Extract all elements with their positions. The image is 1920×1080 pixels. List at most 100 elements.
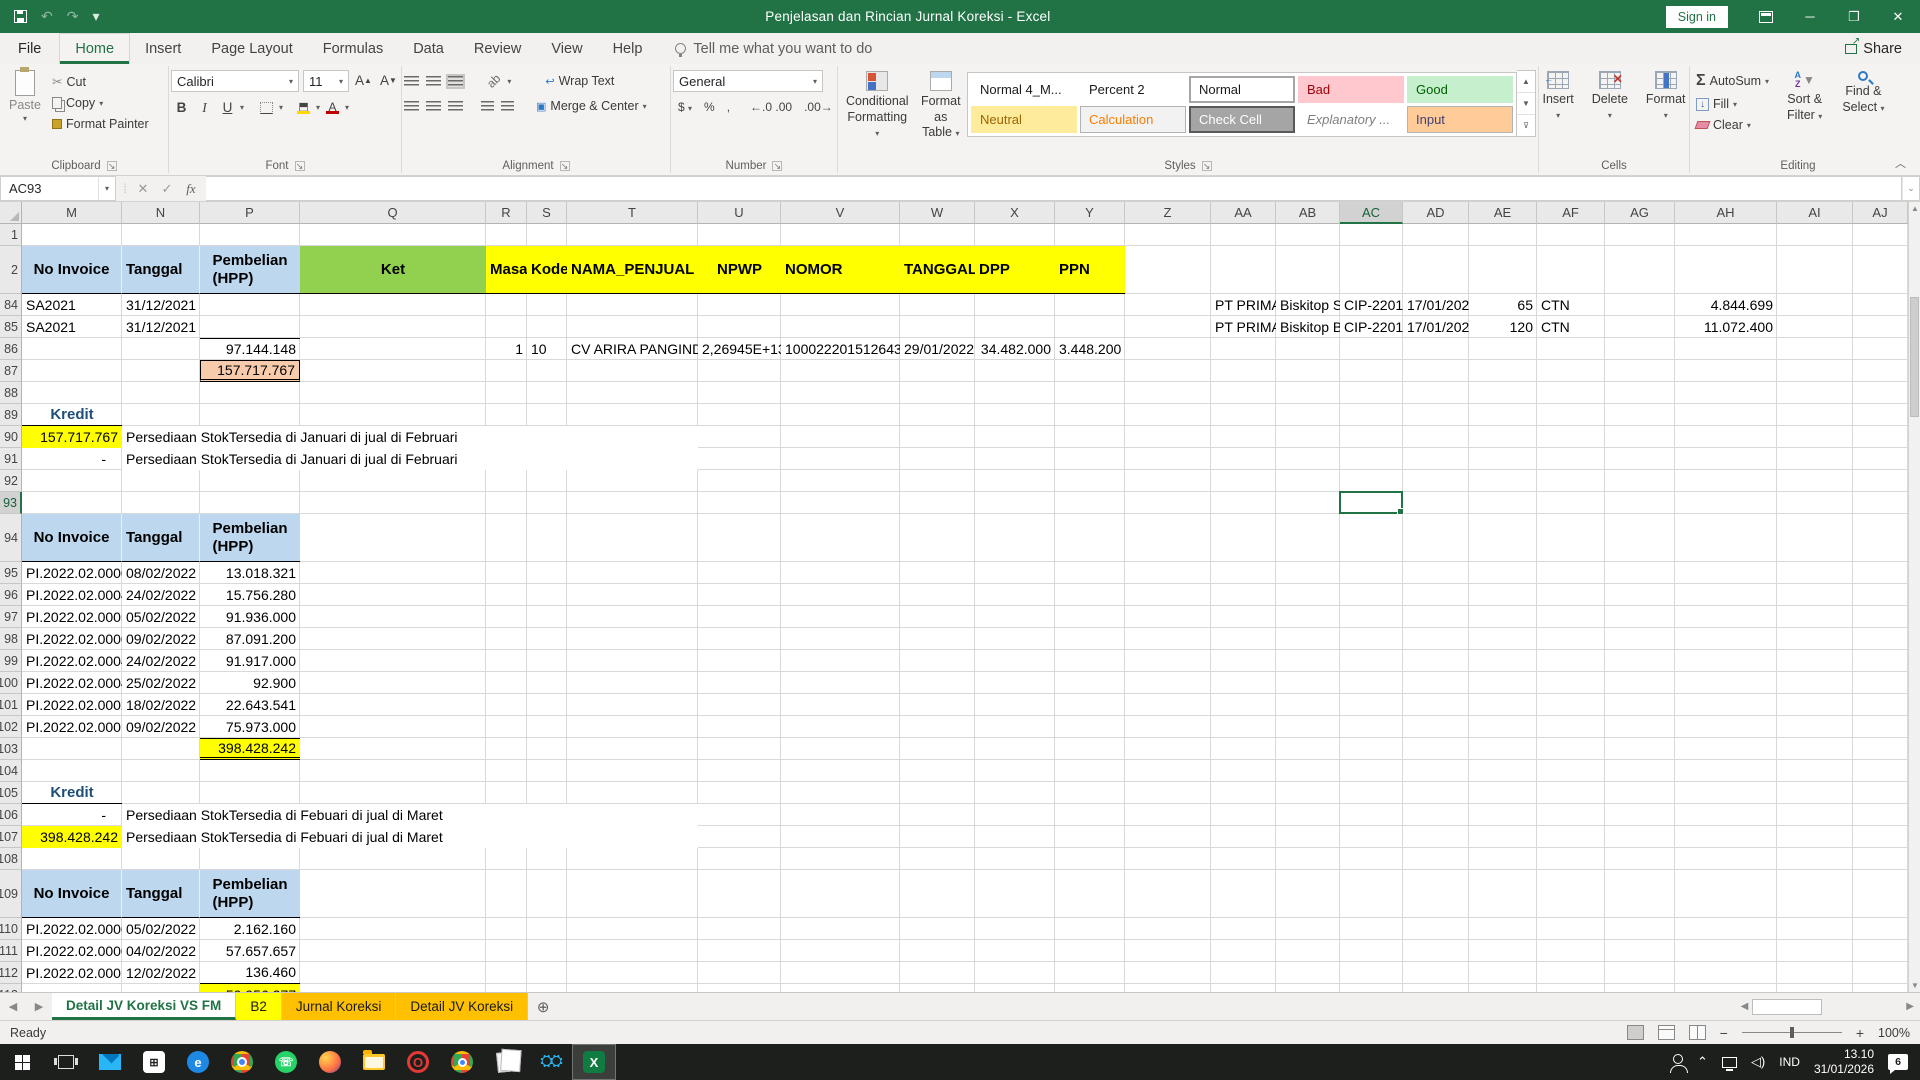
conditional-formatting-button[interactable]: ConditionalFormatting ▾ (840, 68, 915, 144)
cell-AC85[interactable]: CIP-22010 (1340, 316, 1403, 338)
align-right-icon[interactable] (448, 101, 463, 112)
cell-AE85[interactable]: 120 (1469, 316, 1537, 338)
cell-N101[interactable]: 18/02/2022 (122, 694, 200, 716)
col-header-Z[interactable]: Z (1125, 202, 1211, 224)
cell-N100[interactable]: 25/02/2022 (122, 672, 200, 694)
cell-M91[interactable]: - (22, 448, 122, 470)
merge-center-button[interactable]: ▣Merge & Center▾ (532, 97, 651, 115)
cell-M2[interactable]: No Invoice (22, 246, 122, 294)
select-all-corner[interactable] (0, 202, 22, 224)
cell-N97[interactable]: 05/02/2022 (122, 606, 200, 628)
cell-N2[interactable]: Tanggal (122, 246, 200, 294)
col-header-U[interactable]: U (698, 202, 781, 224)
col-header-AJ[interactable]: AJ (1853, 202, 1908, 224)
shrink-font-button[interactable]: A▼ (378, 70, 399, 91)
cell-P87[interactable]: 157.717.767 (200, 360, 300, 382)
cell-M85[interactable]: SA2021 (22, 316, 122, 338)
page-break-view-icon[interactable] (1689, 1025, 1706, 1040)
bold-button[interactable]: B (171, 97, 192, 118)
col-header-AI[interactable]: AI (1777, 202, 1853, 224)
cell-P101[interactable]: 22.643.541 (200, 694, 300, 716)
cell-AH85[interactable]: 11.072.400 (1675, 316, 1777, 338)
row-header-98[interactable]: 98 (0, 628, 22, 650)
cell-U86[interactable]: 2,26945E+13 (698, 338, 781, 360)
cell-Y86[interactable]: 3.448.200 (1055, 338, 1125, 360)
row-header-86[interactable]: 86 (0, 338, 22, 360)
row-header-100[interactable]: 100 (0, 672, 22, 694)
style-percent-2[interactable]: Percent 2 (1080, 76, 1186, 103)
cell-P112[interactable]: 136.460 (200, 962, 300, 984)
undo-icon[interactable]: ↶ (41, 8, 53, 25)
zoom-level[interactable]: 100% (1878, 1026, 1910, 1040)
sign-in-button[interactable]: Sign in (1666, 6, 1728, 28)
cell-AA84[interactable]: PT PRIMA (1211, 294, 1276, 316)
cell-N99[interactable]: 24/02/2022 (122, 650, 200, 672)
cell-M106[interactable]: - (22, 804, 122, 826)
close-button[interactable]: ✕ (1876, 0, 1920, 33)
style-normal[interactable]: Normal (1189, 76, 1295, 103)
sticky-notes-button[interactable] (484, 1044, 528, 1080)
cell-P110[interactable]: 2.162.160 (200, 918, 300, 940)
expand-formula-bar-icon[interactable]: ⌄ (1902, 176, 1920, 201)
cell-P103[interactable]: 398.428.242 (200, 738, 300, 760)
cell-V2[interactable]: NOMOR (781, 246, 900, 294)
excel-taskbar-button[interactable]: X (572, 1044, 616, 1080)
row-header-99[interactable]: 99 (0, 650, 22, 672)
collapse-ribbon-icon[interactable]: ︿ (1895, 155, 1906, 171)
fill-button[interactable]: ↓Fill▾ (1692, 95, 1773, 113)
row-header-92[interactable]: 92 (0, 470, 22, 492)
cell-M105[interactable]: Kredit (22, 782, 122, 804)
chrome-button[interactable] (220, 1044, 264, 1080)
save-icon[interactable] (14, 10, 27, 23)
restore-button[interactable]: ❐ (1832, 0, 1876, 33)
cell-X2[interactable]: DPP (975, 246, 1055, 294)
cell-N90[interactable]: Persediaan StokTersedia di Januari di ju… (122, 426, 698, 448)
col-header-S[interactable]: S (527, 202, 567, 224)
gallery-more-icon[interactable]: ⊽ (1517, 115, 1535, 136)
name-box[interactable]: AC93 ▾ (0, 176, 116, 201)
bottom-align-icon[interactable] (448, 76, 463, 87)
redo-icon[interactable]: ↷ (67, 8, 79, 25)
style-good[interactable]: Good (1407, 76, 1513, 103)
cell-M101[interactable]: PI.2022.02.00023 (22, 694, 122, 716)
tab-review[interactable]: Review (459, 33, 537, 64)
opera-button[interactable]: O (396, 1044, 440, 1080)
row-header-101[interactable]: 101 (0, 694, 22, 716)
cell-AD84[interactable]: 17/01/2022 (1403, 294, 1469, 316)
style-calculation[interactable]: Calculation (1080, 106, 1186, 133)
gallery-down-icon[interactable]: ▼ (1517, 93, 1535, 115)
cell-P96[interactable]: 15.756.280 (200, 584, 300, 606)
col-header-AH[interactable]: AH (1675, 202, 1777, 224)
format-as-table-button[interactable]: Format asTable ▾ (915, 68, 967, 144)
formula-input[interactable] (206, 176, 1902, 201)
increase-decimal-button[interactable]: ←.0 .00 (745, 99, 797, 115)
row-header-87[interactable]: 87 (0, 360, 22, 382)
row-header-109[interactable]: 109 (0, 870, 22, 918)
scroll-down-icon[interactable]: ▼ (1909, 979, 1920, 992)
underline-button[interactable]: U (217, 97, 238, 118)
cell-M95[interactable]: PI.2022.02.00007 (22, 562, 122, 584)
cell-P95[interactable]: 13.018.321 (200, 562, 300, 584)
row-header-105[interactable]: 105 (0, 782, 22, 804)
selection-AC93[interactable] (1339, 491, 1403, 514)
grow-font-button[interactable]: A▲ (353, 70, 374, 91)
cell-P99[interactable]: 91.917.000 (200, 650, 300, 672)
italic-button[interactable]: I (194, 97, 215, 118)
comma-style-button[interactable]: , (722, 99, 735, 115)
tab-home[interactable]: Home (59, 33, 130, 64)
cell-M112[interactable]: PI.2022.02.00010 (22, 962, 122, 984)
top-align-icon[interactable] (404, 76, 419, 87)
cell-M97[interactable]: PI.2022.02.00057 (22, 606, 122, 628)
clear-button[interactable]: Clear▾ (1692, 116, 1773, 134)
tab-file[interactable]: File (0, 33, 59, 64)
format-painter-button[interactable]: Format Painter (48, 115, 153, 133)
cell-P102[interactable]: 75.973.000 (200, 716, 300, 738)
enter-formula-icon[interactable]: ✓ (156, 181, 178, 197)
sheet-nav-left-icon[interactable]: ◀ (0, 993, 26, 1020)
row-header-107[interactable]: 107 (0, 826, 22, 848)
tab-help[interactable]: Help (598, 33, 658, 64)
cell-M90[interactable]: 157.717.767 (22, 426, 122, 448)
sheet-tab-detail-jv-koreksi[interactable]: Detail JV Koreksi (396, 993, 528, 1020)
row-header-112[interactable]: 112 (0, 962, 22, 984)
firefox-button[interactable] (308, 1044, 352, 1080)
